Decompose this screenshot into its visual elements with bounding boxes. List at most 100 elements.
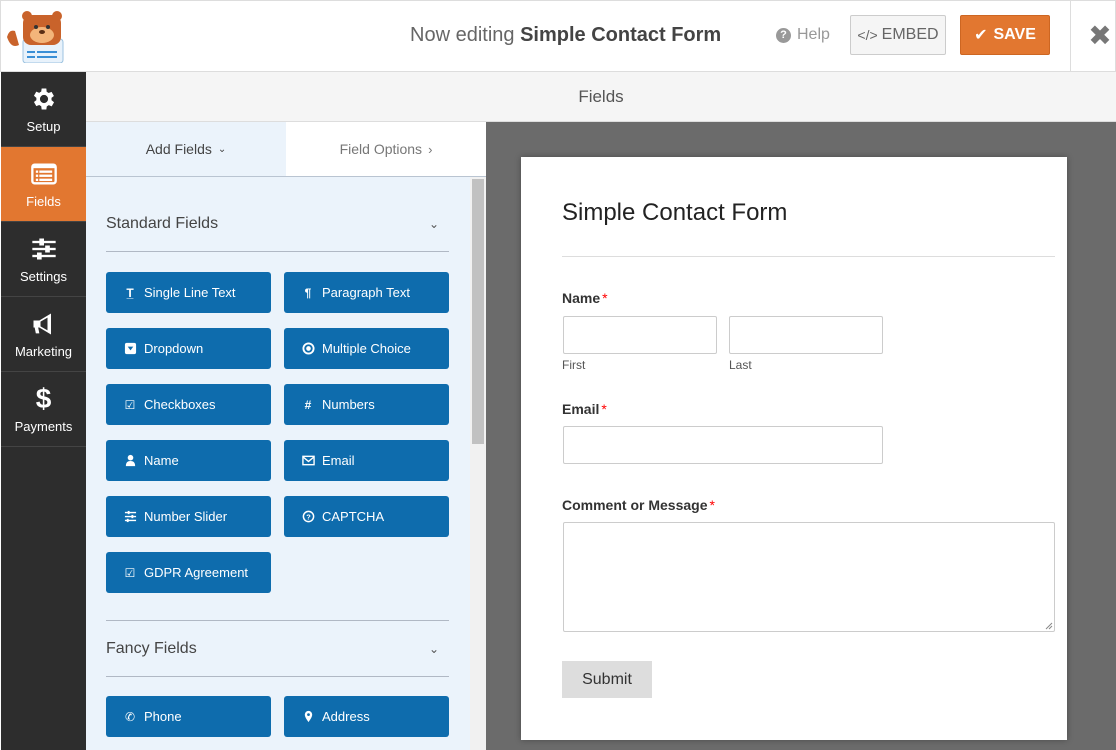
field-button-label: CAPTCHA bbox=[322, 509, 385, 524]
divider bbox=[1070, 1, 1071, 73]
sidebar-label: Settings bbox=[20, 268, 67, 284]
form-preview-card: Simple Contact Form Name * First Last Ema… bbox=[521, 157, 1067, 740]
panel-tabs: Add Fields ⌄ Field Options › bbox=[86, 122, 486, 177]
sliders-icon bbox=[123, 510, 137, 523]
field-button-address[interactable]: Address bbox=[284, 696, 449, 737]
divider bbox=[562, 256, 1055, 257]
field-button-phone[interactable]: ✆ Phone bbox=[106, 696, 271, 737]
field-button-captcha[interactable]: ? CAPTCHA bbox=[284, 496, 449, 537]
field-button-label: Dropdown bbox=[144, 341, 204, 356]
field-button-label: Paragraph Text bbox=[322, 285, 410, 300]
field-button-label: Address bbox=[322, 709, 370, 724]
save-label: SAVE bbox=[993, 26, 1036, 43]
message-textarea[interactable] bbox=[563, 522, 1055, 632]
top-bar: Now editing Simple Contact Form ? Help <… bbox=[0, 0, 1116, 73]
tab-add-fields[interactable]: Add Fields ⌄ bbox=[86, 122, 286, 176]
field-button-dropdown[interactable]: Dropdown bbox=[106, 328, 271, 369]
embed-button[interactable]: </> EMBED bbox=[850, 15, 946, 55]
first-sublabel: First bbox=[562, 358, 586, 372]
field-button-numbers[interactable]: # Numbers bbox=[284, 384, 449, 425]
email-field-label: Email * bbox=[562, 401, 607, 417]
sidebar-label: Payments bbox=[14, 418, 73, 434]
section-label: Standard Fields bbox=[106, 214, 219, 232]
field-button-label: Numbers bbox=[322, 397, 375, 412]
help-label: Help bbox=[797, 26, 830, 43]
field-button-label: GDPR Agreement bbox=[144, 565, 249, 580]
field-button-label: Name bbox=[144, 453, 179, 468]
field-button-name[interactable]: Name bbox=[106, 440, 271, 481]
required-asterisk: * bbox=[709, 497, 715, 513]
save-button[interactable]: ✔ SAVE bbox=[960, 15, 1050, 55]
sliders-icon bbox=[31, 238, 56, 259]
sidebar-item-settings[interactable]: Settings bbox=[1, 222, 86, 297]
label-text: Email bbox=[562, 401, 600, 417]
sidebar-label: Setup bbox=[26, 118, 61, 134]
last-name-input[interactable] bbox=[729, 316, 883, 354]
chevron-down-icon: ⌄ bbox=[428, 641, 439, 656]
first-name-input[interactable] bbox=[563, 316, 717, 354]
submit-button[interactable]: Submit bbox=[562, 661, 652, 698]
question-icon: ? bbox=[301, 510, 315, 523]
chevron-right-icon: › bbox=[428, 141, 433, 157]
hash-icon: # bbox=[304, 397, 312, 412]
field-button-paragraph-text[interactable]: ¶ Paragraph Text bbox=[284, 272, 449, 313]
section-label: Fancy Fields bbox=[106, 639, 197, 657]
message-field-label: Comment or Message * bbox=[562, 497, 715, 513]
sidebar-item-fields[interactable]: Fields bbox=[1, 147, 86, 222]
tab-label: Field Options bbox=[339, 141, 423, 157]
field-button-label: Single Line Text bbox=[144, 285, 236, 300]
tab-field-options[interactable]: Field Options › bbox=[286, 122, 486, 176]
field-button-number-slider[interactable]: Number Slider bbox=[106, 496, 271, 537]
checkbox-icon: ☑ bbox=[124, 565, 136, 580]
radio-icon bbox=[301, 342, 315, 355]
text-icon: T̲ bbox=[126, 285, 134, 300]
title-prefix: Now editing bbox=[410, 24, 515, 46]
standard-fields-header[interactable]: Standard Fields ⌄ bbox=[106, 196, 449, 252]
chevron-down-icon: ⌄ bbox=[217, 143, 227, 155]
close-icon[interactable]: ✖ bbox=[1084, 19, 1116, 51]
paragraph-icon: ¶ bbox=[304, 285, 312, 300]
form-name: Simple Contact Form bbox=[520, 24, 722, 46]
editing-title: Now editing Simple Contact Form bbox=[410, 24, 721, 47]
tab-label: Add Fields bbox=[145, 141, 212, 157]
wpforms-logo bbox=[3, 7, 69, 64]
sidebar-item-marketing[interactable]: Marketing bbox=[1, 297, 86, 372]
check-icon: ✔ bbox=[974, 27, 988, 44]
required-asterisk: * bbox=[601, 401, 607, 417]
svg-text:?: ? bbox=[306, 512, 311, 521]
chevron-down-icon: ⌄ bbox=[428, 216, 439, 231]
email-input[interactable] bbox=[563, 426, 883, 464]
section-title: Fields bbox=[86, 72, 1116, 122]
label-text: Name bbox=[562, 290, 601, 306]
question-circle-icon: ? bbox=[776, 27, 791, 43]
label-text: Comment or Message bbox=[562, 497, 708, 513]
required-asterisk: * bbox=[602, 290, 608, 306]
megaphone-icon bbox=[33, 313, 51, 334]
field-button-gdpr-agreement[interactable]: ☑ GDPR Agreement bbox=[106, 552, 271, 593]
field-button-single-line-text[interactable]: T̲ Single Line Text bbox=[106, 272, 271, 313]
resize-handle-icon[interactable] bbox=[1045, 622, 1053, 630]
embed-label: EMBED bbox=[881, 26, 939, 43]
envelope-icon bbox=[301, 454, 315, 467]
field-button-label: Number Slider bbox=[144, 509, 228, 524]
fancy-fields-header[interactable]: Fancy Fields ⌄ bbox=[106, 621, 449, 677]
sidebar-item-payments[interactable]: $ Payments bbox=[1, 372, 86, 447]
field-button-label: Phone bbox=[144, 709, 182, 724]
left-sidebar: Setup Fields Settings Marketing $ Paymen… bbox=[1, 72, 86, 750]
field-button-email[interactable]: Email bbox=[284, 440, 449, 481]
field-button-label: Checkboxes bbox=[144, 397, 216, 412]
map-marker-icon bbox=[301, 710, 315, 723]
field-button-multiple-choice[interactable]: Multiple Choice bbox=[284, 328, 449, 369]
sidebar-item-setup[interactable]: Setup bbox=[1, 72, 86, 147]
user-icon bbox=[123, 454, 137, 467]
form-title: Simple Contact Form bbox=[562, 199, 788, 226]
fields-list-icon bbox=[30, 163, 57, 184]
field-button-label: Multiple Choice bbox=[322, 341, 411, 356]
code-icon: </> bbox=[857, 27, 878, 43]
gear-icon bbox=[33, 88, 54, 109]
dollar-icon: $ bbox=[35, 382, 52, 414]
name-field-label: Name * bbox=[562, 290, 608, 306]
field-button-checkboxes[interactable]: ☑ Checkboxes bbox=[106, 384, 271, 425]
help-link[interactable]: ? Help bbox=[776, 26, 830, 44]
panel-scrollbar-thumb[interactable] bbox=[472, 179, 484, 444]
